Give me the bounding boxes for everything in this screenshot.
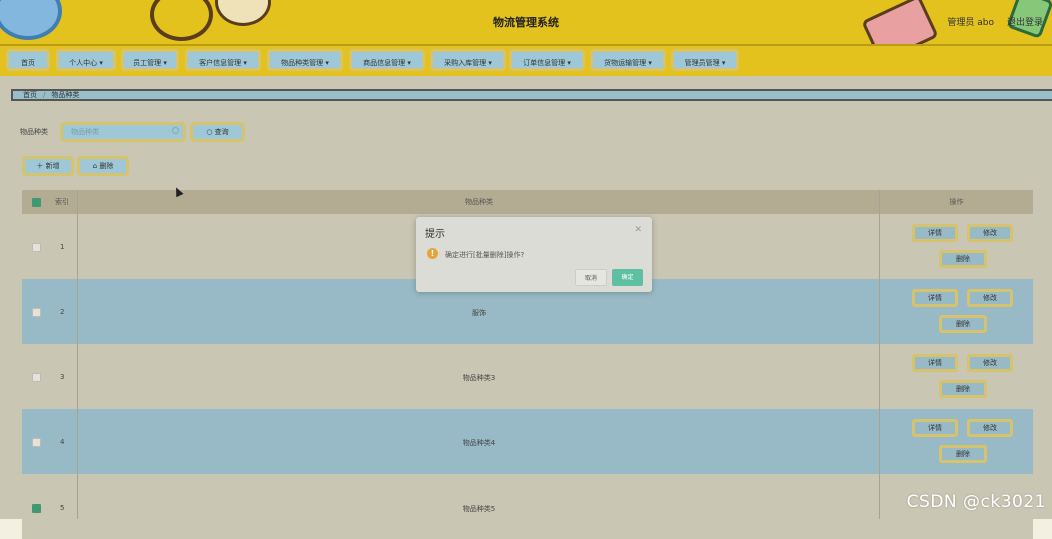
- confirm-button[interactable]: 确定: [612, 269, 643, 286]
- delete-button[interactable]: 删除: [939, 315, 987, 333]
- select-all-checkbox[interactable]: [32, 198, 41, 207]
- app-title: 物流管理系统: [493, 16, 559, 29]
- column-divider: [77, 190, 78, 519]
- row-kind: 服饰: [472, 309, 486, 317]
- confirm-dialog: 提示 ✕ ! 确定进行[批量删除]操作? 取消 确定: [416, 217, 652, 292]
- edit-button[interactable]: 修改: [967, 419, 1013, 437]
- row-kind: 物品种类4: [462, 439, 496, 447]
- bulk-delete-label: 删除: [99, 162, 114, 170]
- header-index: 索引: [55, 198, 69, 206]
- nav-item-purchase[interactable]: 采购入库管理 ▾: [430, 49, 506, 71]
- row-checkbox[interactable]: [32, 243, 41, 252]
- header-kind: 物品种类: [465, 198, 493, 206]
- row-index: 3: [60, 373, 65, 381]
- header-ops: 操作: [949, 198, 964, 206]
- breadcrumb-separator: /: [43, 91, 46, 99]
- row-checkbox[interactable]: [32, 504, 41, 513]
- delete-button[interactable]: 删除: [939, 250, 987, 268]
- warning-icon: !: [427, 248, 438, 259]
- cancel-button[interactable]: 取消: [575, 269, 607, 286]
- main-navbar: 首页 个人中心 ▾ 员工管理 ▾ 客户信息管理 ▾ 物品种类管理 ▾ 商品信息管…: [0, 44, 1052, 78]
- nav-item-orders[interactable]: 订单信息管理 ▾: [509, 49, 585, 71]
- search-button-label: 查询: [214, 128, 229, 136]
- nav-item-item-kinds[interactable]: 物品种类管理 ▾: [267, 49, 343, 71]
- row-index: 2: [60, 308, 65, 316]
- dialog-message: 确定进行[批量删除]操作?: [445, 251, 525, 259]
- nav-item-transport[interactable]: 货物运输管理 ▾: [590, 49, 666, 71]
- row-index: 4: [60, 438, 65, 446]
- nav-item-staff[interactable]: 员工管理 ▾: [121, 49, 179, 71]
- nav-item-customers[interactable]: 客户信息管理 ▾: [185, 49, 261, 71]
- row-index: 5: [60, 504, 65, 512]
- row-checkbox[interactable]: [32, 373, 41, 382]
- detail-button[interactable]: 详情: [912, 419, 958, 437]
- search-icon: ○: [206, 128, 213, 136]
- trash-icon: ⌂: [92, 162, 98, 170]
- nav-item-admins[interactable]: 管理员管理 ▾: [671, 49, 739, 71]
- filter-label: 物品种类: [20, 128, 48, 136]
- search-icon: [172, 127, 179, 134]
- table-row: 5 物品种类5: [22, 474, 1033, 539]
- row-checkbox[interactable]: [32, 438, 41, 447]
- column-divider: [879, 190, 880, 519]
- add-button[interactable]: ＋ 新增: [22, 156, 74, 176]
- nav-item-profile[interactable]: 个人中心 ▾: [56, 49, 116, 71]
- edit-button[interactable]: 修改: [967, 224, 1013, 242]
- breadcrumb-current: 物品种类: [51, 91, 80, 99]
- detail-button[interactable]: 详情: [912, 224, 958, 242]
- delete-button[interactable]: 删除: [939, 445, 987, 463]
- row-checkbox[interactable]: [32, 308, 41, 317]
- admin-name: 管理员 abo: [947, 18, 994, 28]
- watermark: CSDN @ck3021: [906, 492, 1046, 512]
- nav-item-products[interactable]: 商品信息管理 ▾: [349, 49, 425, 71]
- edit-button[interactable]: 修改: [967, 289, 1013, 307]
- close-icon[interactable]: ✕: [634, 225, 642, 235]
- search-button[interactable]: ○ 查询: [190, 122, 245, 142]
- detail-button[interactable]: 详情: [912, 289, 958, 307]
- table-row: 3 物品种类3 详情 修改 删除: [22, 344, 1033, 409]
- row-kind: 物品种类5: [462, 505, 496, 513]
- breadcrumb: 首页 / 物品种类: [11, 89, 1052, 101]
- kind-search-input[interactable]: 物品种类: [60, 122, 186, 142]
- nav-item-home[interactable]: 首页: [6, 49, 50, 71]
- bulk-delete-button[interactable]: ⌂ 删除: [77, 156, 129, 176]
- search-placeholder: 物品种类: [71, 128, 99, 136]
- app-header: 物流管理系统 管理员 abo 退出登录: [0, 0, 1052, 44]
- table-row: 4 物品种类4 详情 修改 删除: [22, 409, 1033, 474]
- row-index: 1: [60, 243, 65, 251]
- logout-link[interactable]: 退出登录: [1007, 15, 1043, 28]
- delete-button[interactable]: 删除: [939, 380, 987, 398]
- detail-button[interactable]: 详情: [912, 354, 958, 372]
- dialog-title: 提示: [425, 229, 445, 240]
- edit-button[interactable]: 修改: [967, 354, 1013, 372]
- breadcrumb-home[interactable]: 首页: [23, 91, 37, 99]
- row-kind: 物品种类3: [462, 374, 496, 382]
